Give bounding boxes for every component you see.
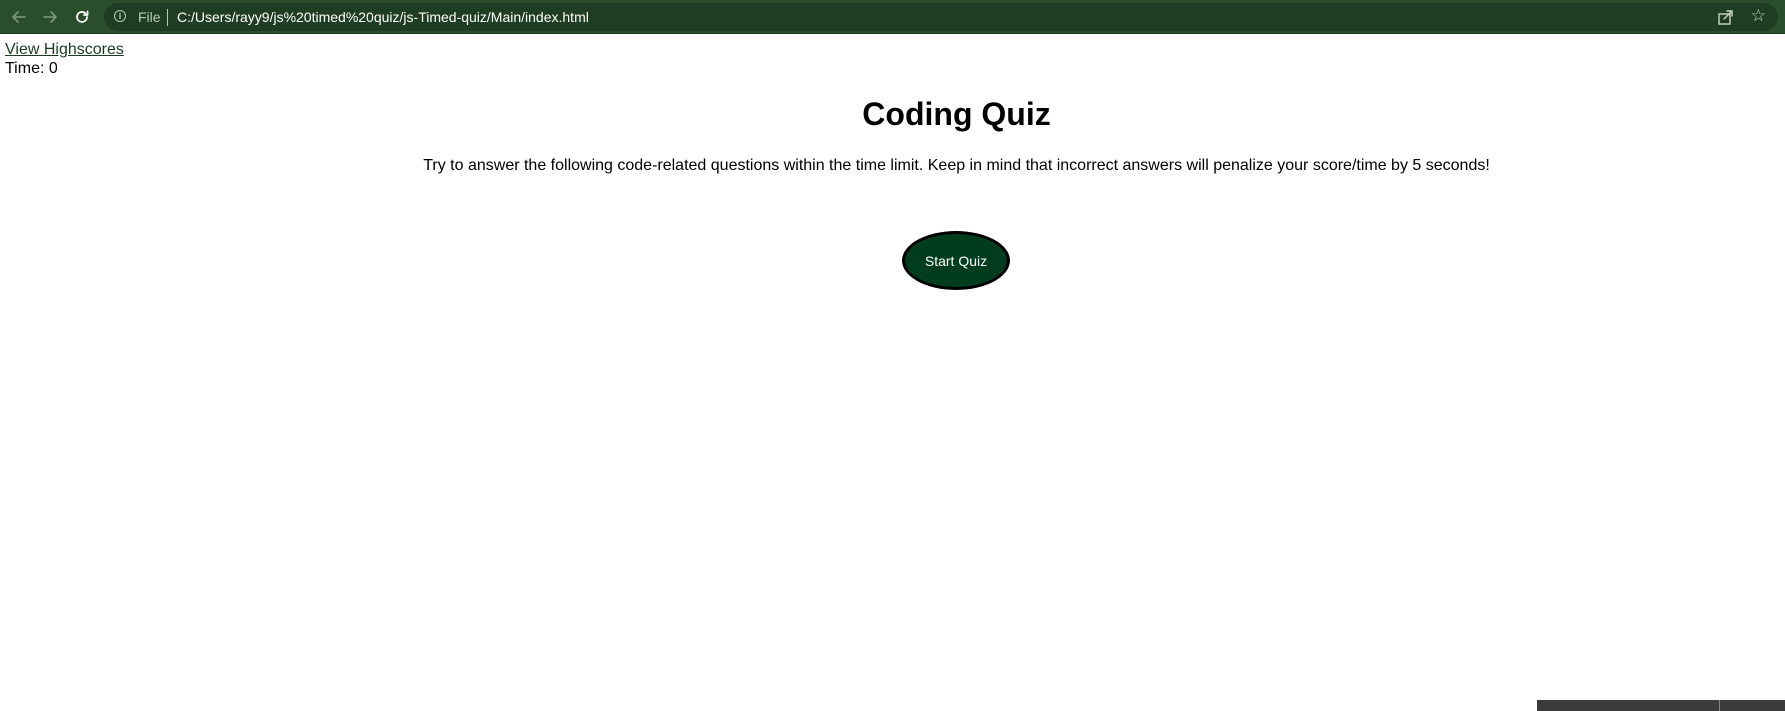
- reload-button[interactable]: [71, 6, 93, 28]
- arrow-right-icon: [43, 11, 57, 23]
- reload-icon: [76, 10, 89, 23]
- quiz-description: Try to answer the following code-related…: [423, 157, 1490, 174]
- page-title: Coding Quiz: [862, 96, 1051, 132]
- timer: Time: 0: [5, 60, 58, 78]
- browser-toolbar: i File C:/Users/rayy9/js%20timed%20quiz/…: [0, 0, 1785, 34]
- back-button[interactable]: [8, 6, 30, 28]
- taskbar-fragment: [1537, 700, 1785, 711]
- omnibox-divider: [167, 9, 168, 26]
- scheme-label: File: [138, 9, 161, 25]
- address-bar[interactable]: i File C:/Users/rayy9/js%20timed%20quiz/…: [104, 3, 1778, 31]
- info-icon[interactable]: i: [114, 10, 126, 22]
- timer-label: Time:: [5, 60, 49, 77]
- start-quiz-button[interactable]: Start Quiz: [902, 231, 1010, 290]
- url-text[interactable]: C:/Users/rayy9/js%20timed%20quiz/js-Time…: [177, 9, 589, 25]
- view-highscores-link[interactable]: View Highscores: [5, 41, 124, 59]
- timer-value: 0: [48, 60, 58, 77]
- forward-button[interactable]: [39, 6, 61, 28]
- share-icon[interactable]: [1716, 7, 1736, 27]
- taskbar-divider: [1719, 700, 1720, 711]
- star-icon[interactable]: ☆: [1751, 6, 1766, 26]
- arrow-left-icon: [12, 11, 26, 23]
